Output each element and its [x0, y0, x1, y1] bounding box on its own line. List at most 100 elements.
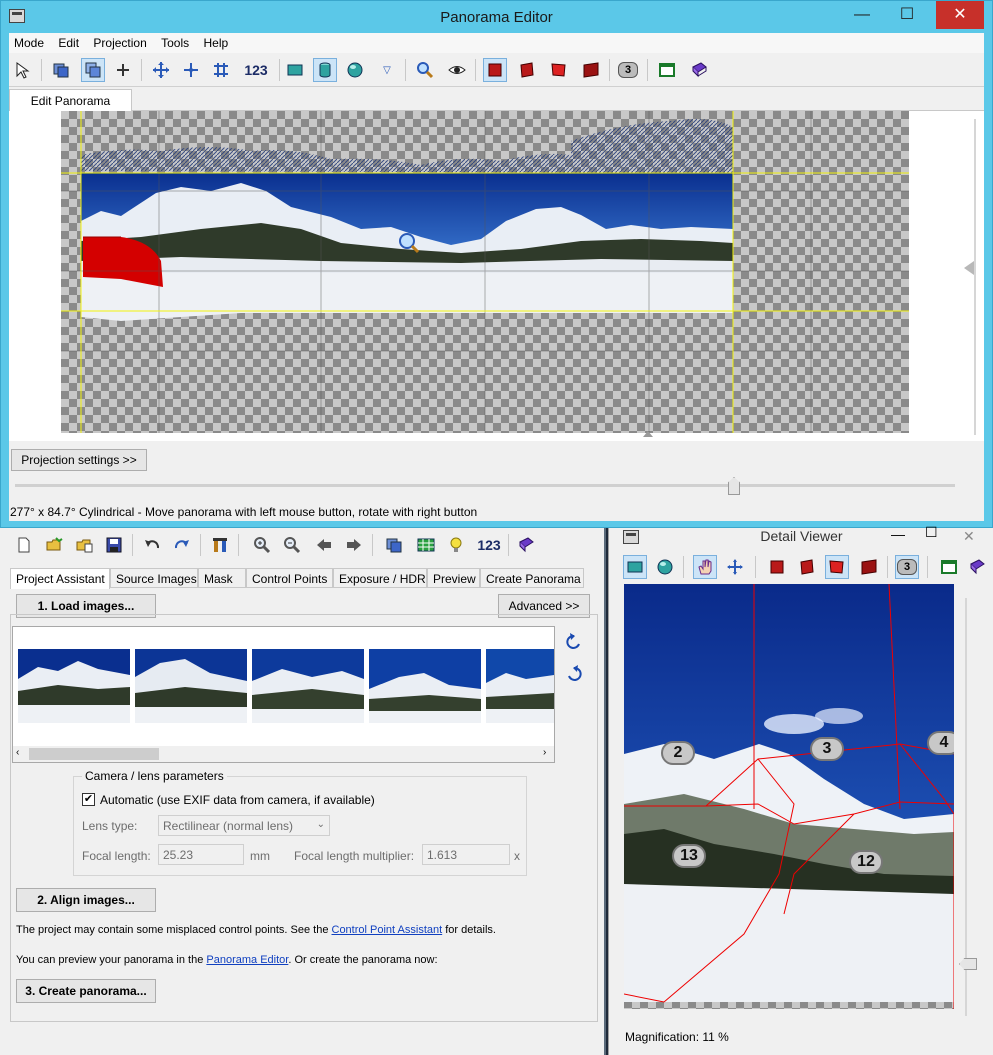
thumbnail-scrollbar[interactable]: ‹ › — [13, 746, 554, 762]
tab-create-panorama[interactable]: Create Panorama — [480, 568, 584, 588]
fit-panorama-icon[interactable] — [149, 58, 173, 82]
open-templates-icon[interactable] — [72, 533, 96, 557]
preview-eye-icon[interactable] — [445, 58, 469, 82]
identify-images-icon[interactable] — [382, 533, 406, 557]
pan-hand-icon[interactable] — [693, 555, 717, 579]
rectilinear-projection-icon[interactable] — [623, 555, 647, 579]
spherical-projection-icon[interactable] — [653, 555, 677, 579]
undo-icon[interactable] — [140, 533, 164, 557]
redo-icon[interactable] — [170, 533, 194, 557]
thumbnail-image[interactable] — [135, 649, 247, 723]
advanced-button[interactable]: Advanced >> — [498, 594, 590, 618]
align-images-button[interactable]: 2. Align images... — [16, 888, 156, 912]
tips-lightbulb-icon[interactable] — [444, 533, 468, 557]
help-book-icon[interactable] — [514, 533, 538, 557]
rotate-cw-icon[interactable] — [564, 664, 584, 687]
vertical-fov-slider[interactable] — [964, 261, 974, 275]
overlap-mode-icon[interactable] — [515, 58, 539, 82]
cylindrical-projection-icon[interactable] — [313, 58, 337, 82]
detail-zoom-slider[interactable] — [959, 958, 977, 970]
zoom-in-icon[interactable] — [250, 533, 274, 557]
zoom-out-icon[interactable] — [280, 533, 304, 557]
control-point-marker[interactable]: 4 — [927, 731, 954, 755]
tab-preview[interactable]: Preview — [427, 568, 480, 588]
load-images-button[interactable]: 1. Load images... — [16, 594, 156, 618]
zoom-icon[interactable] — [413, 58, 437, 82]
help-book-icon[interactable] — [687, 58, 711, 82]
minimize-button[interactable]: — — [891, 526, 905, 542]
help-book-icon[interactable] — [965, 555, 989, 579]
tab-mask[interactable]: Mask — [198, 568, 246, 588]
thumbnail-image[interactable] — [18, 649, 130, 723]
blend-mode-icon[interactable] — [857, 555, 881, 579]
maximize-button[interactable]: ☐ — [890, 1, 924, 29]
fullscreen-window-icon[interactable] — [655, 58, 679, 82]
control-point-marker[interactable]: 3 — [810, 737, 844, 761]
maximize-button[interactable]: ☐ — [925, 524, 938, 541]
blend-mode-icon[interactable] — [579, 58, 603, 82]
control-point-marker[interactable]: 2 — [661, 741, 695, 765]
focal-multiplier-field[interactable]: 1.613 — [422, 844, 510, 865]
cp-count-badge[interactable]: 3 — [616, 58, 640, 82]
rectilinear-projection-icon[interactable] — [283, 58, 307, 82]
save-project-icon[interactable] — [102, 533, 126, 557]
drag-images-icon[interactable] — [81, 58, 105, 82]
thumbnail-image[interactable] — [486, 649, 554, 723]
center-panorama-icon[interactable] — [179, 58, 203, 82]
overlap-mode-icon[interactable] — [795, 555, 819, 579]
vertical-fov-track[interactable] — [974, 119, 976, 435]
image-thumbnails[interactable]: ‹ › — [12, 626, 555, 763]
layout-mode-icon[interactable] — [483, 58, 507, 82]
rotate-ccw-icon[interactable] — [564, 632, 584, 655]
panorama-editor-link[interactable]: Panorama Editor — [206, 954, 288, 966]
control-point-marker[interactable]: 12 — [849, 850, 883, 874]
fullscreen-window-icon[interactable] — [937, 555, 961, 579]
panorama-canvas[interactable] — [9, 111, 984, 441]
layout-mode-icon[interactable] — [765, 555, 789, 579]
scroll-left-icon[interactable]: ‹ — [16, 747, 19, 758]
menu-projection[interactable]: Projection — [88, 33, 152, 50]
crop-tool-icon[interactable] — [111, 58, 135, 82]
detail-image-view[interactable]: 2 3 4 13 12 — [624, 584, 954, 1009]
menu-tools[interactable]: Tools — [156, 33, 195, 50]
tab-source-images[interactable]: Source Images — [110, 568, 198, 588]
auto-exif-checkbox[interactable]: ✔ — [82, 793, 95, 806]
lens-type-select[interactable]: Rectilinear (normal lens) ⌄ — [158, 815, 330, 836]
horizontal-fov-track[interactable] — [15, 484, 955, 487]
menu-edit[interactable]: Edit — [53, 33, 85, 50]
table-view-icon[interactable] — [414, 533, 438, 557]
scrollbar-thumb[interactable] — [29, 748, 159, 760]
spherical-projection-icon[interactable] — [343, 58, 367, 82]
tab-edit-panorama[interactable]: Edit Panorama — [9, 89, 132, 112]
scroll-right-icon[interactable]: › — [543, 747, 546, 758]
menu-help[interactable]: Help — [198, 33, 234, 50]
detail-title-bar[interactable]: Detail Viewer — ☐ ✕ — [609, 524, 993, 548]
select-tool-icon[interactable] — [11, 58, 35, 82]
next-image-icon[interactable] — [342, 533, 366, 557]
title-bar[interactable]: Panorama Editor — ☐ ✕ — [1, 1, 992, 33]
projection-settings-button[interactable]: Projection settings >> — [11, 449, 147, 471]
thumbnail-image[interactable] — [369, 649, 481, 723]
detail-zoom-track[interactable] — [965, 598, 967, 1016]
num-transform-button[interactable]: 123 — [241, 58, 271, 82]
projection-dropdown-icon[interactable]: ▽ — [375, 58, 399, 82]
num-transform-button[interactable]: 123 — [474, 533, 504, 557]
move-cross-icon[interactable] — [723, 555, 747, 579]
minimize-button[interactable]: — — [845, 1, 879, 29]
tab-project-assistant[interactable]: Project Assistant — [10, 568, 110, 589]
open-project-icon[interactable] — [42, 533, 66, 557]
control-point-assistant-link[interactable]: Control Point Assistant — [332, 924, 443, 936]
new-project-icon[interactable] — [12, 533, 36, 557]
cp-count-badge[interactable]: 3 — [895, 555, 919, 579]
mask-mode-icon[interactable] — [547, 58, 571, 82]
previous-image-icon[interactable] — [312, 533, 336, 557]
tab-exposure-hdr[interactable]: Exposure / HDR — [333, 568, 427, 588]
close-button[interactable]: ✕ — [963, 528, 975, 545]
straighten-icon[interactable] — [209, 58, 233, 82]
focal-length-field[interactable]: 25.23 — [158, 844, 244, 865]
horizontal-fov-slider[interactable] — [728, 477, 740, 495]
create-panorama-button[interactable]: 3. Create panorama... — [16, 979, 156, 1003]
thumbnail-image[interactable] — [252, 649, 364, 723]
optimize-tools-icon[interactable] — [208, 533, 232, 557]
tab-control-points[interactable]: Control Points — [246, 568, 333, 588]
